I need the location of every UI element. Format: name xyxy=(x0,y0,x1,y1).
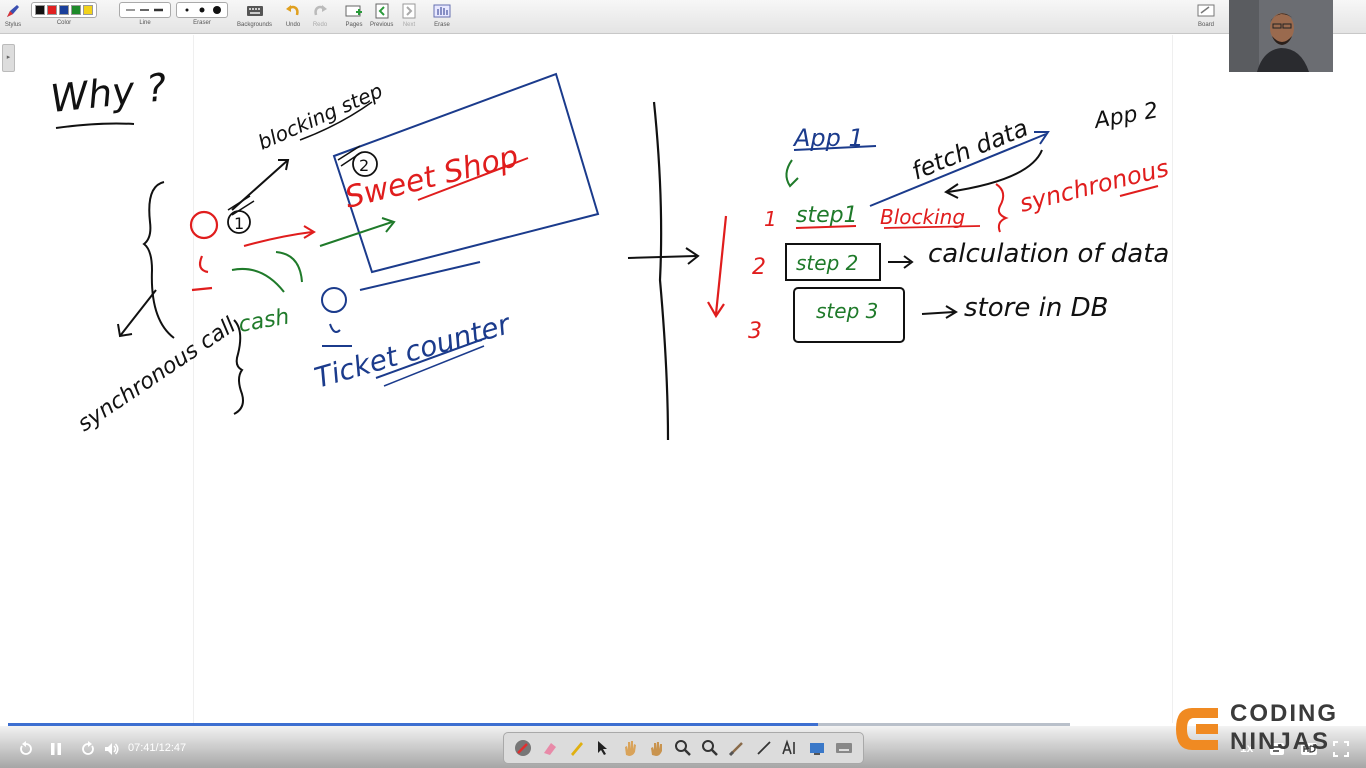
erase-hand-icon xyxy=(433,2,451,20)
backgrounds-button[interactable]: Backgrounds xyxy=(237,2,272,28)
instructor-avatar-icon xyxy=(1229,0,1333,72)
next-page-icon xyxy=(400,2,418,20)
pages-button[interactable]: Pages xyxy=(345,2,363,28)
stylus-tool[interactable]: Stylus xyxy=(4,2,22,28)
color-swatch-4[interactable] xyxy=(71,5,81,15)
zoom-in-tool[interactable] xyxy=(673,738,693,758)
hand-icon xyxy=(625,741,637,756)
forward-icon xyxy=(82,741,94,755)
undo-button[interactable]: Undo xyxy=(284,2,302,28)
pen-icon xyxy=(515,740,532,756)
erase-label: Erase xyxy=(434,22,450,28)
keyboard-icon xyxy=(835,743,852,753)
redo-label: Redo xyxy=(312,22,328,28)
replay-icon xyxy=(20,741,32,755)
brush-tool[interactable] xyxy=(727,738,747,758)
screen-tool[interactable] xyxy=(807,738,827,758)
playback-time: 07:41/12:47 xyxy=(128,742,187,754)
highlighter-icon xyxy=(570,742,583,756)
side-panel-tab[interactable]: ▸ xyxy=(2,44,15,72)
video-progress-fill xyxy=(8,723,818,726)
highlighter-tool[interactable] xyxy=(567,738,587,758)
volume-icon xyxy=(105,743,119,755)
color-swatch-1[interactable] xyxy=(35,5,45,15)
line-tool[interactable] xyxy=(754,738,774,758)
erase-all-button[interactable]: Erase xyxy=(433,2,451,28)
pages-label: Pages xyxy=(345,22,363,28)
pointer-tool[interactable] xyxy=(593,738,613,758)
logo-word-ninjas: NINJAS xyxy=(1230,728,1331,755)
instructor-webcam xyxy=(1229,0,1333,72)
zoom-out-tool[interactable] xyxy=(700,738,720,758)
coding-ninjas-mark-icon xyxy=(1176,708,1218,750)
annotation-palette xyxy=(503,732,864,764)
line-width-icon xyxy=(126,8,163,12)
coding-ninjas-logo: CODING NINJAS xyxy=(1172,700,1362,758)
color-label: Color xyxy=(56,20,72,26)
stylus-icon xyxy=(4,2,22,20)
line-icon xyxy=(756,741,771,755)
redo-icon xyxy=(311,2,329,20)
hand-tool[interactable] xyxy=(620,738,640,758)
logo-word-coding: CODING xyxy=(1230,700,1338,727)
grab-icon xyxy=(650,742,662,756)
next-label: Next xyxy=(402,22,416,28)
keyboard-icon xyxy=(246,2,264,20)
next-page-button[interactable]: Next xyxy=(400,2,418,28)
eraser-size-icon xyxy=(185,6,221,14)
color-picker[interactable]: Color xyxy=(31,2,97,26)
page-margin-left xyxy=(193,35,194,725)
line-label: Line xyxy=(139,20,151,26)
cursor-icon xyxy=(598,741,608,755)
brush-icon xyxy=(728,742,743,757)
board-button[interactable]: Board xyxy=(1197,2,1215,28)
replay-button[interactable] xyxy=(17,740,35,758)
color-swatch-5[interactable] xyxy=(83,5,93,15)
eraser-size-options[interactable] xyxy=(176,2,228,18)
color-swatch-2[interactable] xyxy=(47,5,57,15)
text-tool[interactable] xyxy=(780,738,800,758)
eraser-size-picker[interactable]: Eraser xyxy=(176,2,228,26)
pause-button[interactable] xyxy=(47,740,65,758)
stylus-label: Stylus xyxy=(4,22,22,28)
previous-page-button[interactable]: Previous xyxy=(370,2,393,28)
board-icon xyxy=(1197,2,1215,20)
forward-button[interactable] xyxy=(79,740,97,758)
page-margin-right xyxy=(1172,35,1173,725)
text-icon xyxy=(782,739,796,755)
grab-tool[interactable] xyxy=(647,738,667,758)
keyboard-tool[interactable] xyxy=(834,738,854,758)
undo-label: Undo xyxy=(285,22,301,28)
pause-icon xyxy=(51,743,61,755)
undo-icon xyxy=(284,2,302,20)
pages-icon xyxy=(345,2,363,20)
eraser-label: Eraser xyxy=(193,20,211,26)
board-label: Board xyxy=(1197,22,1214,28)
redo-button[interactable]: Redo xyxy=(311,2,329,28)
line-width-picker[interactable]: Line xyxy=(119,2,171,26)
previous-page-icon xyxy=(373,2,391,20)
whiteboard-canvas[interactable] xyxy=(0,35,1366,725)
video-progress-bar[interactable] xyxy=(8,723,1358,726)
screen-icon xyxy=(809,743,824,755)
volume-button[interactable] xyxy=(103,740,121,758)
eraser-tool[interactable] xyxy=(540,738,560,758)
eraser-icon xyxy=(544,743,557,755)
zoom-out-icon xyxy=(702,740,719,756)
zoom-in-icon xyxy=(675,740,692,756)
pen-tool[interactable] xyxy=(513,738,533,758)
backgrounds-label: Backgrounds xyxy=(237,22,273,28)
color-swatch-3[interactable] xyxy=(59,5,69,15)
whiteboard-toolbar: Stylus Color Line Eraser Backgrounds Und… xyxy=(0,0,1366,34)
color-swatches[interactable] xyxy=(31,2,97,18)
previous-label: Previous xyxy=(370,22,394,28)
line-width-options[interactable] xyxy=(119,2,171,18)
